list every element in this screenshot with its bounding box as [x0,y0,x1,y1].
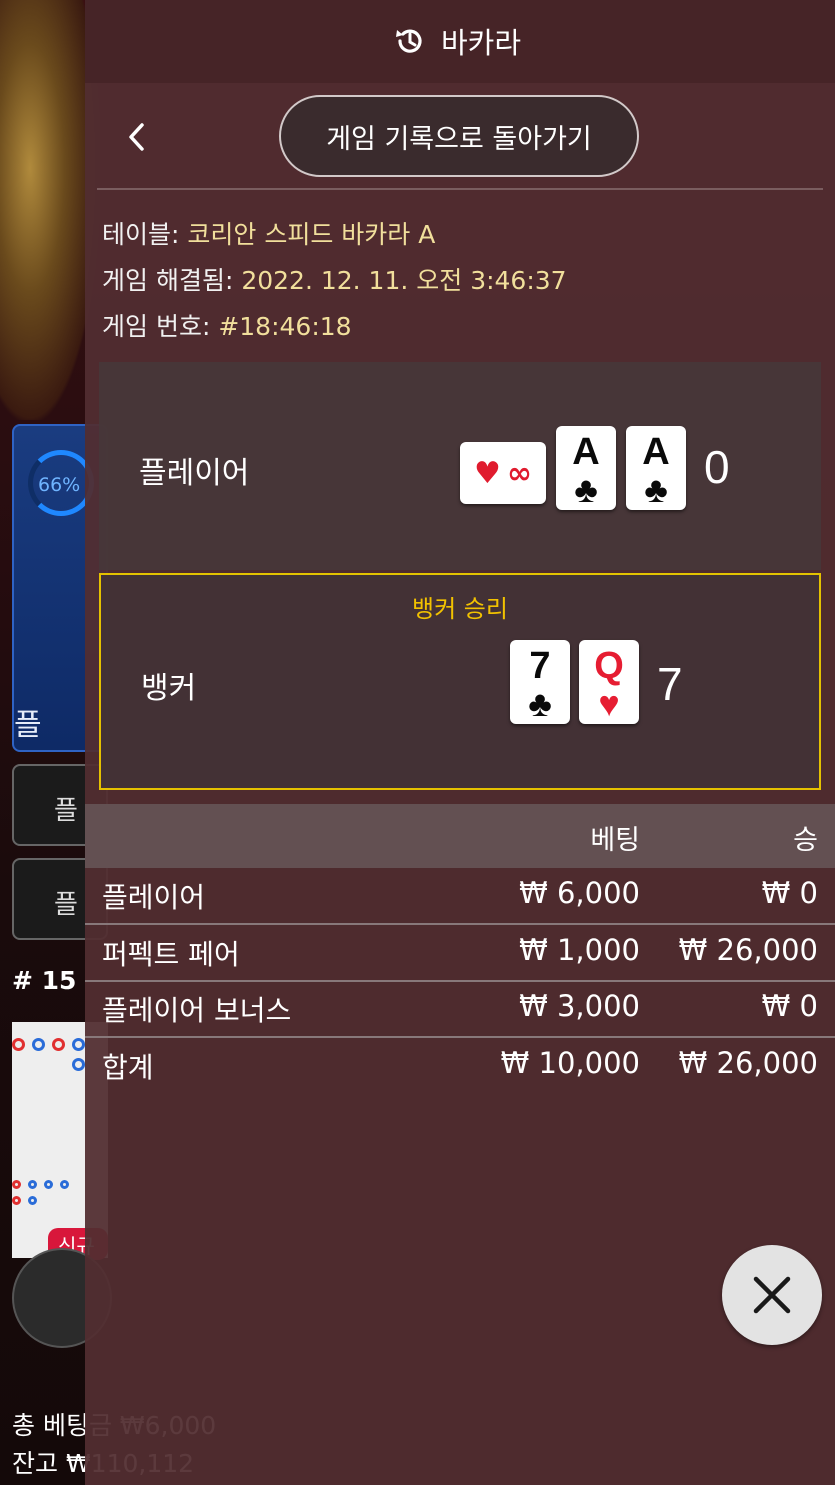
bet-amount: ₩ 3,000 [519,989,640,1023]
number-value: #18:46:18 [218,312,352,341]
player-score: 0 [704,441,730,493]
win-amount: ₩ 0 [761,876,818,910]
side-card: ♥ ∞ [460,442,546,504]
table-info: 테이블: 코리안 스피드 바카라 A [102,215,435,251]
table-row: 플레이어 보너스 ₩ 3,000 ₩ 0 [85,981,835,1037]
banker-card-2: Q ♥ [579,640,639,724]
player-label: 플레이어 [139,456,250,491]
close-icon [753,1276,791,1314]
bet-amount: ₩ 1,000 [519,933,640,967]
number-label: 게임 번호: [102,312,211,341]
panel-title: 바카라 [393,20,521,62]
table-row: 퍼펙트 페어 ₩ 1,000 ₩ 26,000 [85,925,835,981]
banker-score: 7 [657,658,683,710]
winner-label: 뱅커 승리 [412,595,508,623]
heart-icon: ♥ [474,455,501,491]
close-button[interactable] [722,1245,822,1345]
win-amount: ₩ 26,000 [678,933,818,967]
total-bet-amount: ₩ 10,000 [500,1046,640,1080]
player-percent: 66% [38,474,81,496]
player-card-2: A ♣ [626,426,686,510]
player-card-1: A ♣ [556,426,616,510]
bet-column-header: 베팅 [590,825,640,856]
banker-label: 뱅커 [141,671,197,706]
table-value: 코리안 스피드 바카라 A [187,220,436,249]
player-tile-label: 플 [14,708,42,743]
bets-table-header: 베팅 승 [85,804,835,868]
card-rank: Q [594,645,624,687]
back-to-history-button[interactable]: 게임 기록으로 돌아가기 [279,95,639,177]
club-icon: ♣ [644,469,668,510]
bet-name: 플레이어 [102,881,206,914]
total-win-amount: ₩ 26,000 [678,1046,818,1080]
divider [97,188,823,190]
infinity-icon: ∞ [506,455,532,491]
bet-amount: ₩ 6,000 [519,876,640,910]
game-history-panel: 바카라 게임 기록으로 돌아가기 테이블: 코리안 스피드 바카라 A 게임 해… [85,0,835,1485]
table-row: 플레이어 ₩ 6,000 ₩ 0 [85,868,835,924]
resolved-value: 2022. 12. 11. 오전 3:46:37 [241,266,567,295]
card-rank: A [642,431,670,473]
win-amount: ₩ 0 [761,989,818,1023]
bet-name: 퍼펙트 페어 [102,938,240,971]
chevron-left-icon[interactable] [115,114,161,160]
history-icon [396,29,422,53]
club-icon: ♣ [574,469,598,510]
player-hand: 플레이어 ♥ ∞ A ♣ A ♣ 0 [99,362,821,570]
table-label: 테이블: [102,220,180,249]
card-rank: 7 [529,645,551,687]
title-text: 바카라 [441,26,522,60]
club-icon: ♣ [528,683,552,724]
resolved-label: 게임 해결됨: [102,266,234,295]
panel-header: 바카라 [85,0,835,83]
heart-icon: ♥ [598,683,620,724]
bet-name: 플레이어 보너스 [102,994,292,1027]
banker-hand: 뱅커 승리 뱅커 7 ♣ Q ♥ 7 [99,573,821,790]
round-number: # 15 [12,966,77,995]
win-column-header: 승 [793,825,818,856]
card-rank: A [572,431,600,473]
game-number-info: 게임 번호: #18:46:18 [102,307,352,343]
total-row: 합계 ₩ 10,000 ₩ 26,000 [85,1038,835,1094]
total-label: 합계 [102,1051,154,1084]
banker-card-1: 7 ♣ [510,640,570,724]
resolved-info: 게임 해결됨: 2022. 12. 11. 오전 3:46:37 [102,261,567,297]
